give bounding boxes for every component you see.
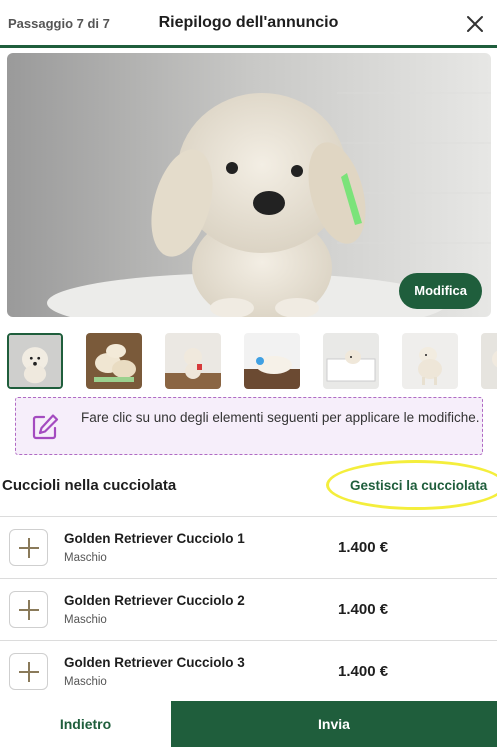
add-icon[interactable] xyxy=(9,591,48,628)
puppy-price: 1.400 € xyxy=(338,539,389,556)
puppy-sex: Maschio xyxy=(64,676,107,688)
footer-bar: Indietro Invia xyxy=(0,701,497,747)
litter-section-title: Cuccioli nella cucciolata xyxy=(2,477,177,494)
puppy-sex: Maschio xyxy=(64,614,107,626)
puppy-row[interactable]: Golden Retriever Cucciolo 2 Maschio 1.40… xyxy=(0,578,497,640)
submit-button[interactable]: Invia xyxy=(171,701,497,747)
thumbnail-7[interactable] xyxy=(481,333,497,389)
manage-litter-link[interactable]: Gestisci la cucciolata xyxy=(350,478,487,493)
thumbnail-2[interactable] xyxy=(86,333,142,389)
puppy-sex: Maschio xyxy=(64,552,107,564)
hint-text: Fare clic su uno degli elementi seguenti… xyxy=(81,410,480,425)
puppy-price: 1.400 € xyxy=(338,601,389,618)
puppy-name: Golden Retriever Cucciolo 1 xyxy=(64,531,245,546)
thumbnail-3[interactable] xyxy=(165,333,221,389)
thumbnail-6[interactable] xyxy=(402,333,458,389)
thumbnail-5[interactable] xyxy=(323,333,379,389)
thumbnail-1[interactable] xyxy=(7,333,63,389)
puppy-name: Golden Retriever Cucciolo 3 xyxy=(64,655,245,670)
add-icon[interactable] xyxy=(9,653,48,690)
header: Passaggio 7 di 7 Riepilogo dell'annuncio xyxy=(0,0,497,48)
main-photo: Modifica xyxy=(7,53,491,317)
edit-icon xyxy=(32,414,59,440)
edit-hint-banner: Fare clic su uno degli elementi seguenti… xyxy=(15,397,483,455)
add-icon[interactable] xyxy=(9,529,48,566)
close-icon[interactable] xyxy=(463,12,487,36)
back-button[interactable]: Indietro xyxy=(0,701,171,747)
thumbnail-strip xyxy=(7,333,497,391)
puppy-row[interactable]: Golden Retriever Cucciolo 3 Maschio 1.40… xyxy=(0,640,497,702)
edit-photo-button[interactable]: Modifica xyxy=(399,273,482,309)
thumbnail-4[interactable] xyxy=(244,333,300,389)
puppy-price: 1.400 € xyxy=(338,663,389,680)
page-title: Riepilogo dell'annuncio xyxy=(158,14,339,31)
puppy-row[interactable]: Golden Retriever Cucciolo 1 Maschio 1.40… xyxy=(0,516,497,578)
puppy-name: Golden Retriever Cucciolo 2 xyxy=(64,593,245,608)
